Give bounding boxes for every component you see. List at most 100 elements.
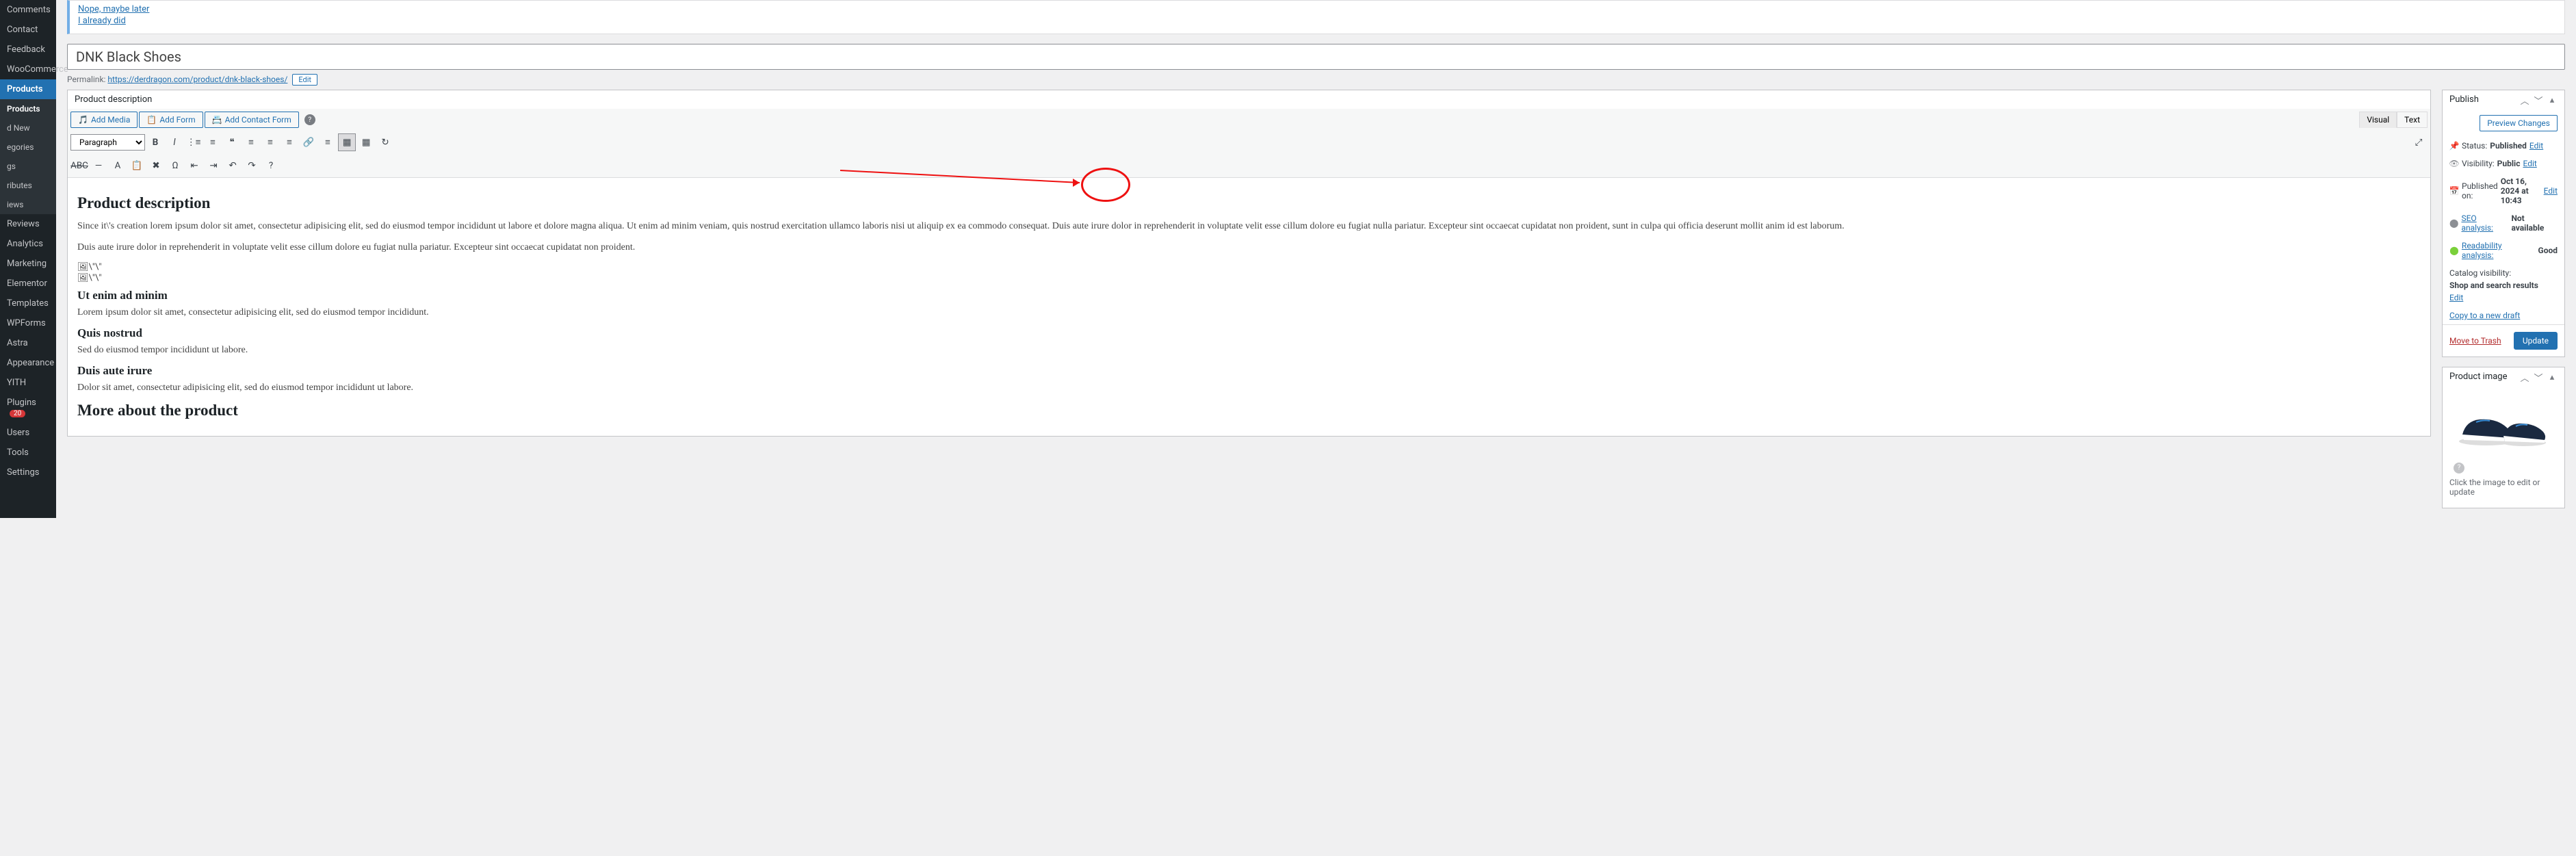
update-button[interactable]: Update: [2514, 332, 2558, 350]
visual-tab[interactable]: Visual: [2359, 112, 2397, 128]
sidebar-subitem-tags[interactable]: gs: [0, 157, 56, 176]
content-h3-duis: Duis aute irure: [77, 364, 2421, 378]
sidebar-subitem-add-new[interactable]: d New: [0, 118, 56, 138]
main-content: Nope, maybe later I already did Permalin…: [56, 0, 2576, 518]
bold-button[interactable]: B: [146, 133, 164, 151]
sidebar-item-marketing[interactable]: Marketing: [0, 254, 56, 274]
sidebar-item-astra[interactable]: Astra: [0, 333, 56, 353]
clear-format-button[interactable]: ✖: [147, 157, 165, 174]
paste-text-button[interactable]: 📋: [128, 157, 146, 174]
chevron-up-icon[interactable]: ︿: [2519, 94, 2530, 105]
keyboard-help-button[interactable]: ?: [262, 157, 280, 174]
sidebar-item-settings[interactable]: Settings: [0, 463, 56, 482]
sidebar-item-feedback[interactable]: Feedback: [0, 40, 56, 60]
sidebar-item-templates[interactable]: Templates: [0, 294, 56, 313]
outdent-button[interactable]: ⇤: [185, 157, 203, 174]
content-h2-more: More about the product: [77, 402, 2421, 419]
help-icon[interactable]: ?: [2454, 463, 2464, 474]
toolbar-toggle-button[interactable]: ▦: [338, 133, 356, 151]
readability-link[interactable]: Readability analysis:: [2462, 241, 2536, 260]
preview-changes-button[interactable]: Preview Changes: [2480, 115, 2558, 131]
help-icon[interactable]: ?: [304, 114, 315, 125]
seo-analysis-link[interactable]: SEO analysis:: [2461, 213, 2508, 233]
sidebar-item-yith[interactable]: YITH: [0, 373, 56, 393]
sidebar-item-products[interactable]: Products: [0, 79, 56, 99]
permalink-row: Permalink: https://derdragon.com/product…: [67, 70, 2565, 90]
caret-up-icon[interactable]: ▴: [2547, 372, 2558, 382]
form-icon: 📋: [146, 115, 157, 125]
text-tab[interactable]: Text: [2397, 112, 2428, 128]
add-contact-form-button[interactable]: 📇Add Contact Form: [205, 112, 299, 128]
add-media-button[interactable]: 🎵Add Media: [70, 112, 138, 128]
sidebar-subitem-products[interactable]: Products: [0, 99, 56, 118]
sidebar-item-appearance[interactable]: Appearance: [0, 353, 56, 373]
numbered-list-button[interactable]: ≡: [204, 133, 222, 151]
content-h3-quis: Quis nostrud: [77, 326, 2421, 340]
sidebar-item-plugins[interactable]: Plugins 20: [0, 393, 56, 423]
product-title-input[interactable]: [67, 44, 2565, 70]
admin-notice: Nope, maybe later I already did: [67, 0, 2565, 34]
align-center-button[interactable]: ≡: [261, 133, 279, 151]
notice-link-nope[interactable]: Nope, maybe later: [78, 3, 2556, 15]
sidebar-item-contact[interactable]: Contact: [0, 20, 56, 40]
published-edit-link[interactable]: Edit: [2544, 186, 2558, 196]
content-p5: Dolor sit amet, consectetur adipisicing …: [77, 380, 2421, 395]
sidebar-subitem-categories[interactable]: egories: [0, 138, 56, 157]
table-button[interactable]: ▦: [357, 133, 375, 151]
text-color-button[interactable]: A: [109, 157, 127, 174]
caret-up-icon[interactable]: ▴: [2547, 94, 2558, 105]
editor-postbox: Product description 🎵Add Media 📋Add Form…: [67, 90, 2431, 437]
product-image-thumbnail[interactable]: [2449, 393, 2558, 462]
align-right-button[interactable]: ≡: [281, 133, 298, 151]
add-form-button[interactable]: 📋Add Form: [139, 112, 203, 128]
refresh-button[interactable]: ↻: [376, 133, 394, 151]
quote-button[interactable]: ❝: [223, 133, 241, 151]
sidebar-item-reviews[interactable]: Reviews: [0, 214, 56, 234]
sidebar-subitem-reviews[interactable]: iews: [0, 195, 56, 214]
readability-icon: ⬤: [2449, 246, 2459, 255]
sidebar-item-woocommerce[interactable]: WooCommerce: [0, 60, 56, 79]
permalink-edit-button[interactable]: Edit: [292, 74, 317, 86]
editor-body[interactable]: Product description Since it\'s creation…: [68, 178, 2430, 436]
move-to-trash-link[interactable]: Move to Trash: [2449, 336, 2501, 346]
eye-icon: 👁: [2449, 159, 2459, 168]
sidebar-item-wpforms[interactable]: WPForms: [0, 313, 56, 333]
italic-button[interactable]: I: [166, 133, 183, 151]
bullet-list-button[interactable]: ⋮≡: [185, 133, 203, 151]
format-select[interactable]: Paragraph: [70, 134, 145, 151]
chevron-down-icon[interactable]: ﹀: [2533, 94, 2544, 105]
content-p1: Since it\'s creation lorem ipsum dolor s…: [77, 219, 2421, 233]
calendar-icon: 📅: [2449, 186, 2459, 196]
catalog-edit-link[interactable]: Edit: [2449, 293, 2558, 302]
copy-draft-link[interactable]: Copy to a new draft: [2449, 311, 2520, 320]
redo-button[interactable]: ↷: [243, 157, 261, 174]
admin-sidebar: Comments Contact Feedback WooCommerce Pr…: [0, 0, 56, 518]
align-left-button[interactable]: ≡: [242, 133, 260, 151]
visibility-edit-link[interactable]: Edit: [2523, 159, 2536, 168]
link-button[interactable]: 🔗: [300, 133, 317, 151]
sidebar-item-users[interactable]: Users: [0, 423, 56, 443]
sidebar-item-comments[interactable]: Comments: [0, 0, 56, 20]
special-char-button[interactable]: Ω: [166, 157, 184, 174]
sidebar-item-elementor[interactable]: Elementor: [0, 274, 56, 294]
sidebar-item-analytics[interactable]: Analytics: [0, 234, 56, 254]
plugins-badge: 20: [10, 410, 25, 417]
permalink-url[interactable]: https://derdragon.com/product/dnk-black-…: [107, 75, 287, 84]
notice-link-already[interactable]: I already did: [78, 15, 2556, 27]
chevron-down-icon[interactable]: ﹀: [2533, 372, 2544, 382]
undo-button[interactable]: ↶: [224, 157, 242, 174]
content-p3: Lorem ipsum dolor sit amet, consectetur …: [77, 305, 2421, 320]
pin-icon: 📌: [2449, 141, 2459, 151]
fullscreen-button[interactable]: ⤢: [2410, 133, 2428, 151]
read-more-button[interactable]: ≡: [319, 133, 337, 151]
sidebar-subitem-attributes[interactable]: ributes: [0, 176, 56, 195]
indent-button[interactable]: ⇥: [205, 157, 222, 174]
seo-icon: ⬤: [2449, 218, 2458, 228]
hr-button[interactable]: —: [90, 157, 107, 174]
chevron-up-icon[interactable]: ︿: [2519, 372, 2530, 382]
status-edit-link[interactable]: Edit: [2529, 141, 2543, 151]
product-image-box: Product image ︿ ﹀ ▴: [2442, 367, 2565, 508]
broken-image-1: 🖼\"\": [77, 261, 2421, 272]
strike-button[interactable]: ABC: [70, 157, 88, 174]
sidebar-item-tools[interactable]: Tools: [0, 443, 56, 463]
